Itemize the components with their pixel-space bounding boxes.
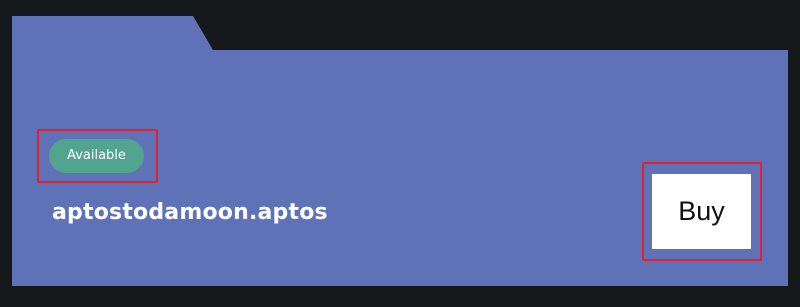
buy-button[interactable]: Buy [652, 174, 751, 249]
domain-name: aptostodamoon.aptos [52, 200, 328, 225]
availability-badge: Available [49, 139, 144, 173]
page: Available aptostodamoon.aptos Buy [0, 0, 800, 307]
